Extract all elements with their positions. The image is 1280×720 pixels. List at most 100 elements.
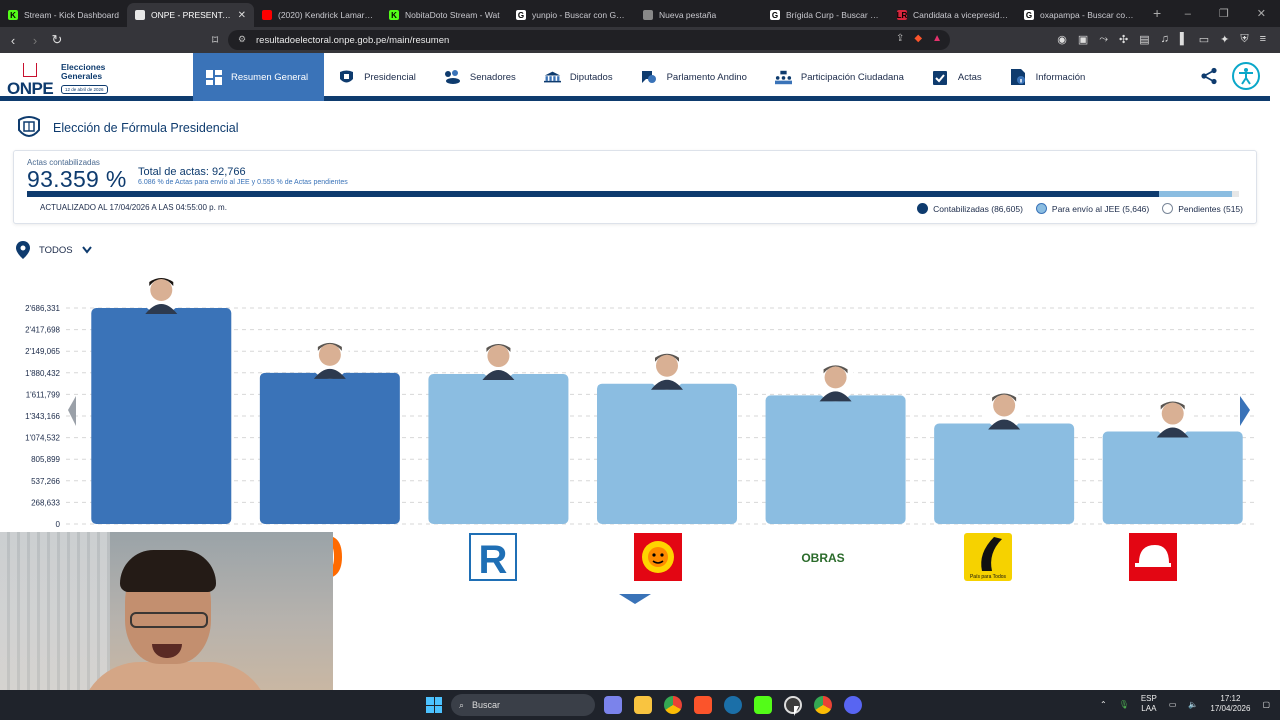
music-icon[interactable]: ♫	[1161, 33, 1169, 46]
sidebar-icon[interactable]: ▌	[1180, 33, 1188, 46]
browser-tab[interactable]: K NobitaDoto Stream - Wat	[381, 3, 508, 27]
menu-item-resumen-general[interactable]: Resumen General	[193, 53, 325, 101]
back-icon[interactable]: ‹	[2, 33, 24, 48]
kick-icon[interactable]	[754, 696, 772, 714]
reload-icon[interactable]: ↻	[46, 32, 68, 48]
microphone-icon[interactable]: 🎙	[1119, 700, 1129, 709]
candidate-bar[interactable]	[934, 423, 1075, 524]
chrome-icon[interactable]	[814, 696, 832, 714]
window-controls: – ❐ ✕	[1185, 0, 1280, 27]
browser-tab[interactable]: Gyunpio - Buscar con Goog	[508, 3, 635, 27]
menu-item-label: Presidencial	[364, 71, 416, 83]
browser-tab[interactable]: (2020) Kendrick Lamar - M	[254, 3, 381, 27]
browser-tab[interactable]: K Stream - Kick Dashboard	[0, 3, 127, 27]
windows-start-icon[interactable]	[426, 697, 442, 713]
brave-icon[interactable]	[694, 696, 712, 714]
steam-icon[interactable]	[724, 696, 742, 714]
minimize-button[interactable]: –	[1185, 8, 1191, 20]
network-icon[interactable]: ▭	[1169, 700, 1177, 709]
taskbar-search[interactable]: ⌕ Buscar	[451, 694, 595, 716]
candidate-bar[interactable]	[597, 383, 737, 524]
candidate-bar[interactable]	[1102, 431, 1243, 524]
discord-icon[interactable]	[844, 696, 862, 714]
puzzle-icon[interactable]: ✣	[1119, 33, 1128, 46]
windows-taskbar: ⌕ Buscar ⌃ 🎙 ESP LAA ▭ 🔈 17:12 17/04/2026 …	[0, 690, 1280, 720]
total-actas: Total de actas: 92,766	[138, 166, 246, 178]
menu-item-label: Resumen General	[231, 71, 309, 83]
menu-item-senadores[interactable]: Senadores	[430, 53, 530, 101]
obs-icon[interactable]	[784, 696, 802, 714]
chevron-up-icon[interactable]: ⌃	[1100, 700, 1107, 709]
accessibility-icon[interactable]	[1232, 62, 1260, 90]
menu-item-label: Senadores	[469, 71, 516, 83]
svg-text:R: R	[479, 538, 508, 581]
teams-icon[interactable]	[604, 696, 622, 714]
obras-logo: OBRAS	[799, 533, 847, 581]
browser-tab[interactable]: G Brígida Curp - Buscar con	[762, 3, 889, 27]
browser-tab[interactable]: ONPE - PRESENTACIÓ ✕	[127, 3, 254, 27]
partido-casco-logo	[1129, 533, 1177, 581]
url-text: resultadoelectoral.onpe.gob.pe/main/resu…	[256, 34, 450, 46]
chrome-icon[interactable]	[664, 696, 682, 714]
extension-icon[interactable]: ◉	[1057, 33, 1067, 46]
candidate-photo-icon	[1152, 397, 1193, 438]
candidate-photo-icon	[647, 349, 687, 390]
wallet-icon[interactable]: ▭	[1199, 33, 1209, 46]
region-filter-label: TODOS	[39, 244, 73, 256]
close-window-button[interactable]: ✕	[1257, 7, 1266, 20]
legend-label: Pendientes (515)	[1178, 203, 1243, 214]
brave-shield-icon[interactable]: ◆	[914, 33, 922, 44]
menu-item-información[interactable]: Información	[996, 53, 1100, 101]
browser-tab[interactable]: LR Candidata a vicepresident	[889, 3, 1016, 27]
share-icon[interactable]	[1200, 67, 1218, 85]
browser-tab[interactable]: Goxapampa - Buscar con G	[1016, 3, 1143, 27]
address-bar[interactable]: ⚙ resultadoelectoral.onpe.gob.pe/main/re…	[228, 30, 950, 50]
maximize-button[interactable]: ❐	[1219, 7, 1229, 20]
candidate-bar[interactable]	[259, 372, 400, 524]
tab-title: Brígida Curp - Buscar con	[786, 10, 881, 20]
close-tab-icon[interactable]: ✕	[238, 10, 246, 21]
chart-next-arrow-icon[interactable]	[1240, 396, 1250, 426]
chart-prev-arrow-icon[interactable]	[68, 396, 76, 426]
onpe-logo[interactable]: ONPE Elecciones Generales 12 de abril de…	[7, 59, 117, 98]
menu-item-label: Participación Ciudadana	[800, 71, 904, 83]
volume-icon[interactable]: 🔈	[1188, 700, 1198, 709]
ballot-box-icon	[23, 63, 37, 77]
menu-item-actas[interactable]: Actas	[918, 53, 996, 101]
leo-ai-icon[interactable]: ✦	[1220, 33, 1229, 46]
y-tick-label: 2'686,331	[25, 304, 60, 313]
new-tab-button[interactable]: +	[1143, 5, 1171, 27]
menu-item-diputados[interactable]: Diputados	[530, 53, 627, 101]
browser-tab[interactable]: Nueva pestaña	[635, 3, 762, 27]
file-explorer-icon[interactable]	[634, 696, 652, 714]
menu-icon[interactable]: ≡	[1260, 33, 1266, 46]
webcam-overlay	[0, 532, 333, 690]
share-page-icon[interactable]: ⇪	[896, 33, 904, 44]
brave-rewards-icon[interactable]: ▲	[932, 33, 942, 44]
screenshot-icon[interactable]: ▤	[1139, 33, 1149, 46]
taskbar-clock[interactable]: 17:12 17/04/2026	[1210, 694, 1250, 714]
tab-favicon-icon	[643, 10, 653, 20]
candidate-bar[interactable]	[91, 308, 232, 524]
notifications-icon[interactable]: ▢	[1262, 700, 1270, 709]
extension-icon[interactable]: ⤳	[1099, 33, 1108, 46]
tab-title: (2020) Kendrick Lamar - M	[278, 10, 373, 20]
extension-icon[interactable]: ▣	[1078, 33, 1088, 46]
site-info-icon[interactable]: ⚙	[238, 34, 246, 45]
legend-item: Pendientes (515)	[1162, 203, 1243, 214]
menu-item-participación-ciudadana[interactable]: Participación Ciudadana	[761, 53, 918, 101]
menu-item-parlamento-andino[interactable]: Parlamento Andino	[627, 53, 761, 101]
candidate-bar[interactable]	[428, 374, 569, 524]
menu-item-presidencial[interactable]: Presidencial	[324, 53, 430, 101]
bookmark-icon[interactable]: ⌑	[212, 33, 218, 47]
y-tick-label: 2'149,065	[25, 347, 60, 356]
input-language[interactable]: ESP LAA	[1141, 694, 1157, 714]
y-tick-label: 537,266	[31, 477, 60, 486]
candidate-bar[interactable]	[765, 395, 906, 524]
svg-text:OBRAS: OBRAS	[801, 551, 844, 565]
taskbar-search-placeholder: Buscar	[472, 700, 501, 710]
region-filter[interactable]: TODOS	[16, 241, 92, 259]
vpn-icon[interactable]: ⛨	[1240, 33, 1248, 46]
forward-icon[interactable]: ›	[24, 33, 46, 48]
legend-item: Para envío al JEE (5,646)	[1035, 203, 1149, 214]
